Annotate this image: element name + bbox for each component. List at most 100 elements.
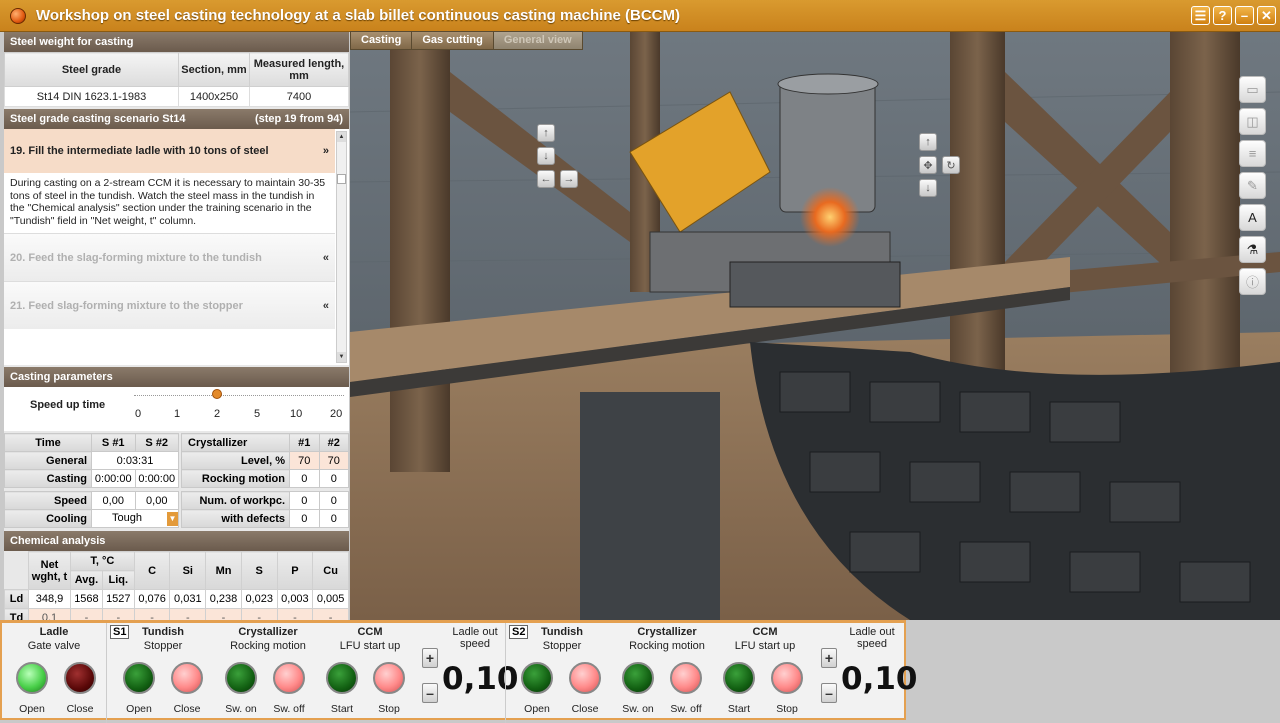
s2-start-button[interactable] (723, 662, 755, 694)
active-step[interactable]: 19. Fill the intermediate ladle with 10 … (4, 129, 335, 173)
section-cell: 1400x250 (178, 86, 250, 107)
step-counter: (step 19 from 94) (254, 113, 343, 125)
steel-weight-table: Steel grade Section, mm Measured length,… (4, 52, 349, 107)
right-toolbar: ▭ ◫ ≡ ✎ A ⚗ ⓘ (1239, 76, 1266, 295)
expand-chevron-icon[interactable]: « (323, 252, 329, 264)
table-row[interactable]: St14 DIN 1623.1-1983 1400x250 7400 (4, 86, 349, 107)
sampling-icon[interactable]: ⚗ (1239, 236, 1266, 263)
ladle-open-button[interactable] (16, 662, 48, 694)
camera-left-icon[interactable]: ← (537, 170, 555, 188)
s1-stopper-close-button[interactable] (171, 662, 203, 694)
speed-s1: 0,00 (91, 491, 136, 510)
stream-badge: S2 (509, 625, 529, 639)
speed-up-slider[interactable]: Speed up time 0 1 2 5 10 20 (4, 387, 349, 431)
rotate-reset-icon[interactable]: ↻ (942, 156, 960, 174)
s1-stopper-open-button[interactable] (123, 662, 155, 694)
stream-1-section: S1 Tundish Stopper Crystallizer Rocking … (108, 623, 519, 723)
list-item[interactable]: 21. Feed slag-forming mixture to the sto… (4, 281, 335, 329)
speed-tick[interactable]: 5 (254, 408, 260, 420)
s1-stop-button[interactable] (373, 662, 405, 694)
steel-weight-header: Steel weight for casting (4, 32, 349, 52)
casting-time-s2: 0:00:00 (134, 469, 179, 488)
manual-button[interactable]: ☰ (1191, 6, 1210, 25)
col-steel-grade: Steel grade (4, 52, 179, 87)
speed-tick[interactable]: 1 (174, 408, 180, 420)
rotate-down-icon[interactable]: ↓ (919, 179, 937, 197)
expand-chevron-icon[interactable]: « (323, 300, 329, 312)
chemical-header: Chemical analysis (4, 531, 349, 551)
s2-speed-decrease-button[interactable]: – (821, 683, 837, 703)
close-button[interactable]: ✕ (1257, 6, 1276, 25)
ladle-section: Ladle Gate valve Open Close (2, 623, 106, 723)
rotate-up-icon[interactable]: ↑ (919, 133, 937, 151)
casting-params-header: Casting parameters (4, 367, 349, 387)
speed-tick[interactable]: 2 (214, 408, 220, 420)
view-tabs: Casting Gas cutting General view (350, 31, 583, 50)
steel-grade-cell: St14 DIN 1623.1-1983 (4, 86, 179, 107)
scenario-scrollbar[interactable]: ▲ ▼ (336, 131, 347, 363)
cooling-select[interactable]: Tough ▼ (91, 509, 179, 528)
rotate-center-icon[interactable]: ✥ (919, 156, 937, 174)
ladle-close-button[interactable] (64, 662, 96, 694)
settings-icon[interactable]: ≡ (1239, 140, 1266, 167)
control-panel: Ladle Gate valve Open Close S1 Tundish S… (0, 620, 918, 723)
camera-right-icon[interactable]: → (560, 170, 578, 188)
tools-icon[interactable]: ✎ (1239, 172, 1266, 199)
crystallizer-table: Crystallizer #1 #2 Level, % 70 70 Rockin… (181, 433, 349, 528)
s2-speed-increase-button[interactable]: + (821, 648, 837, 668)
minimize-button[interactable]: – (1235, 6, 1254, 25)
speed-s2: 0,00 (134, 491, 179, 510)
s2-rocking-on-button[interactable] (622, 662, 654, 694)
chemical-table: Net wght, t T, °C C Si Mn S P Cu Avg. Li… (4, 551, 349, 628)
col-section: Section, mm (178, 52, 250, 87)
scenario-list: 19. Fill the intermediate ladle with 10 … (4, 129, 349, 365)
speed-up-label: Speed up time (30, 399, 106, 411)
s1-speed-decrease-button[interactable]: – (422, 683, 438, 703)
info-icon[interactable]: ⓘ (1239, 268, 1266, 295)
time-table: Time S #1 S #2 General 0:03:31 Casting 0… (4, 433, 179, 528)
text-labels-icon[interactable]: A (1239, 204, 1266, 231)
app-logo-icon (10, 7, 26, 24)
scroll-down-icon[interactable]: ▼ (337, 352, 346, 362)
scenario-header: Steel grade casting scenario St14 (step … (4, 109, 349, 129)
ladle-icon[interactable]: ◫ (1239, 108, 1266, 135)
stream-2-section: S2 Tundish Stopper Crystallizer Rocking … (507, 623, 918, 723)
dropdown-arrow-icon[interactable]: ▼ (167, 511, 178, 526)
tab-casting[interactable]: Casting (350, 31, 412, 50)
equipment-icon[interactable]: ▭ (1239, 76, 1266, 103)
s2-ladle-out-speed: 0,10 (841, 661, 918, 697)
window-title: Workshop on steel casting technology at … (36, 7, 680, 24)
slider-thumb[interactable] (212, 389, 222, 399)
s1-start-button[interactable] (326, 662, 358, 694)
tab-gas-cutting[interactable]: Gas cutting (411, 31, 493, 50)
casting-scene (350, 32, 1280, 620)
s1-rocking-on-button[interactable] (225, 662, 257, 694)
3d-viewport[interactable]: ↑ ↓ ← → ↑ ✥ ↻ ↓ ▭ ◫ ≡ ✎ A ⚗ ⓘ (350, 32, 1280, 620)
level-1: 70 (289, 451, 320, 470)
help-button[interactable]: ? (1213, 6, 1232, 25)
collapse-chevron-icon[interactable]: » (323, 145, 329, 157)
speed-tick[interactable]: 20 (330, 408, 342, 420)
s2-stop-button[interactable] (771, 662, 803, 694)
camera-up-icon[interactable]: ↑ (537, 124, 555, 142)
tab-general-view[interactable]: General view (492, 31, 583, 50)
table-row: Ld 348,9 1568 1527 0,076 0,031 0,238 0,0… (4, 589, 349, 609)
s2-rocking-off-button[interactable] (670, 662, 702, 694)
s2-stopper-close-button[interactable] (569, 662, 601, 694)
s1-speed-increase-button[interactable]: + (422, 648, 438, 668)
general-time: 0:03:31 (91, 451, 179, 470)
title-bar: Workshop on steel casting technology at … (0, 0, 1280, 32)
length-cell: 7400 (249, 86, 349, 107)
level-2: 70 (318, 451, 349, 470)
speed-tick[interactable]: 10 (290, 408, 302, 420)
s1-rocking-off-button[interactable] (273, 662, 305, 694)
speed-tick[interactable]: 0 (135, 408, 141, 420)
scroll-up-icon[interactable]: ▲ (337, 132, 346, 142)
scroll-thumb[interactable] (337, 174, 346, 184)
casting-time-s1: 0:00:00 (91, 469, 136, 488)
list-item[interactable]: 20. Feed the slag-forming mixture to the… (4, 233, 335, 281)
col-length: Measured length, mm (249, 52, 349, 87)
camera-down-icon[interactable]: ↓ (537, 147, 555, 165)
stream-badge: S1 (110, 625, 130, 639)
s2-stopper-open-button[interactable] (521, 662, 553, 694)
